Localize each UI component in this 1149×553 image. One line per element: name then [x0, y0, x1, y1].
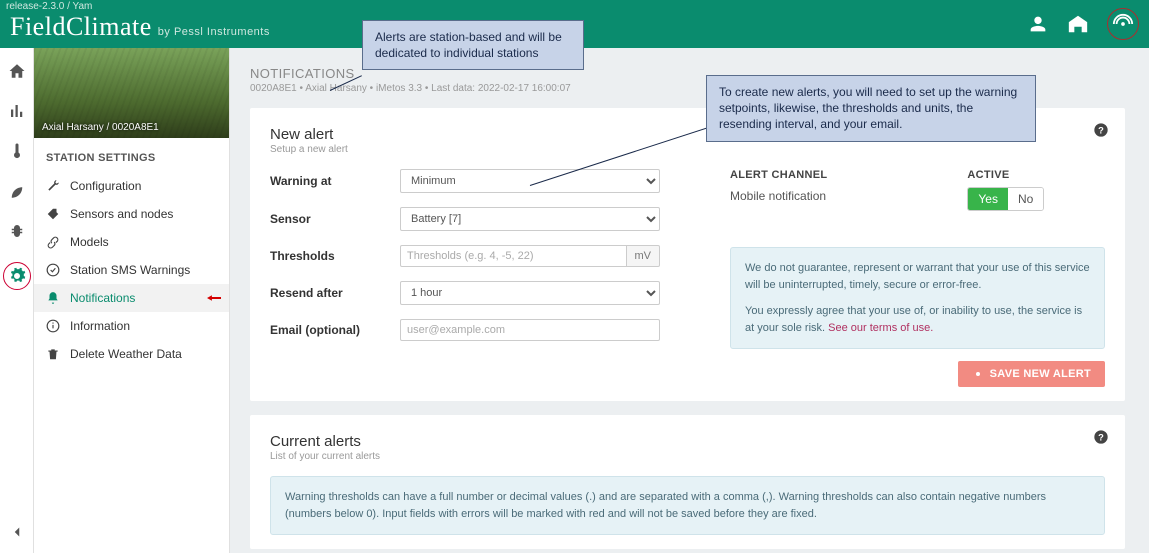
- input-email[interactable]: [400, 319, 660, 341]
- toggle-no[interactable]: No: [1008, 188, 1043, 210]
- label-resend: Resend after: [270, 286, 400, 300]
- callout-2: To create new alerts, you will need to s…: [706, 75, 1036, 142]
- red-arrow-icon: [207, 291, 221, 305]
- help-icon[interactable]: ?: [1093, 122, 1109, 138]
- brand: FieldClimate by Pessl Instruments: [10, 12, 270, 42]
- radar-icon-wrap[interactable]: [1107, 8, 1139, 40]
- version-tag: release-2.3.0 / Yam: [6, 1, 92, 12]
- sidebar-item-notifications[interactable]: Notifications: [34, 284, 229, 312]
- select-resend[interactable]: 1 hour: [400, 281, 660, 305]
- disclaimer-line1: We do not guarantee, represent or warran…: [745, 260, 1090, 293]
- toggle-yes[interactable]: Yes: [968, 188, 1008, 210]
- brand-sub: by Pessl Instruments: [158, 26, 270, 38]
- select-sensor[interactable]: Battery [7]: [400, 207, 660, 231]
- select-warning-at[interactable]: Minimum: [400, 169, 660, 193]
- current-alerts-info: Warning thresholds can have a full numbe…: [270, 476, 1105, 535]
- settings-icon-wrap[interactable]: [3, 262, 31, 290]
- svg-text:?: ?: [1098, 432, 1104, 442]
- sidebar: Axial Harsany / 0020A8E1 STATION SETTING…: [34, 48, 230, 553]
- tag-icon: [46, 207, 60, 221]
- home-icon[interactable]: [8, 62, 26, 80]
- wrench-icon: [46, 179, 60, 193]
- sidebar-label-configuration: Configuration: [70, 179, 141, 193]
- callout-1: Alerts are station-based and will be ded…: [362, 20, 584, 70]
- current-alerts-title: Current alerts: [270, 433, 1105, 450]
- sidebar-section-title: STATION SETTINGS: [34, 138, 229, 172]
- user-icon[interactable]: [1027, 13, 1049, 35]
- active-head: ACTIVE: [967, 169, 1044, 181]
- gear-small-icon: [972, 368, 984, 380]
- sidebar-item-information[interactable]: Information: [34, 312, 229, 340]
- disclaimer-box: We do not guarantee, represent or warran…: [730, 247, 1105, 349]
- station-image: Axial Harsany / 0020A8E1: [34, 48, 229, 138]
- chart-icon[interactable]: [8, 102, 26, 120]
- input-thresholds[interactable]: [400, 245, 627, 267]
- alert-channel-value: Mobile notification: [730, 189, 827, 203]
- sidebar-label-notifications: Notifications: [70, 291, 135, 305]
- gear-icon: [8, 267, 26, 285]
- svg-text:?: ?: [1098, 125, 1104, 135]
- sidebar-item-configuration[interactable]: Configuration: [34, 172, 229, 200]
- current-alerts-sub: List of your current alerts: [270, 451, 1105, 462]
- label-warning-at: Warning at: [270, 174, 400, 188]
- sidebar-label-models: Models: [70, 235, 109, 249]
- sidebar-item-sms[interactable]: Station SMS Warnings: [34, 256, 229, 284]
- bell-icon: [46, 291, 60, 305]
- help-icon-2[interactable]: ?: [1093, 429, 1109, 445]
- sidebar-item-models[interactable]: Models: [34, 228, 229, 256]
- label-email: Email (optional): [270, 323, 400, 337]
- terms-link[interactable]: See our terms of use.: [828, 322, 933, 334]
- farm-icon[interactable]: [1067, 13, 1089, 35]
- info-circle-icon: [46, 319, 60, 333]
- sidebar-label-information: Information: [70, 319, 130, 333]
- radar-icon: [1112, 13, 1134, 35]
- sidebar-label-sensors: Sensors and nodes: [70, 207, 173, 221]
- trash-icon: [46, 347, 60, 361]
- active-toggle[interactable]: Yes No: [967, 187, 1044, 211]
- leaf-icon[interactable]: [8, 182, 26, 200]
- sidebar-item-sensors[interactable]: Sensors and nodes: [34, 200, 229, 228]
- icon-rail: [0, 48, 34, 553]
- sidebar-label-delete: Delete Weather Data: [70, 347, 182, 361]
- sidebar-item-delete[interactable]: Delete Weather Data: [34, 340, 229, 368]
- station-caption: Axial Harsany / 0020A8E1: [42, 122, 159, 133]
- card-new-alert: ? New alert Setup a new alert Warning at…: [250, 108, 1125, 401]
- save-new-alert-button[interactable]: SAVE NEW ALERT: [958, 361, 1105, 387]
- alert-channel-head: ALERT CHANNEL: [730, 169, 827, 181]
- collapse-icon[interactable]: [8, 523, 26, 541]
- card-sub-new-alert: Setup a new alert: [270, 144, 1105, 155]
- card-current-alerts: ? Current alerts List of your current al…: [250, 415, 1125, 549]
- chain-icon: [46, 235, 60, 249]
- label-sensor: Sensor: [270, 212, 400, 226]
- bug-icon[interactable]: [8, 222, 26, 240]
- save-button-label: SAVE NEW ALERT: [990, 368, 1091, 380]
- sidebar-label-sms: Station SMS Warnings: [70, 263, 190, 277]
- unit-badge: mV: [627, 245, 661, 267]
- label-thresholds: Thresholds: [270, 249, 400, 263]
- thermo-icon[interactable]: [8, 142, 26, 160]
- check-circle-icon: [46, 263, 60, 277]
- brand-main: FieldClimate: [10, 12, 152, 42]
